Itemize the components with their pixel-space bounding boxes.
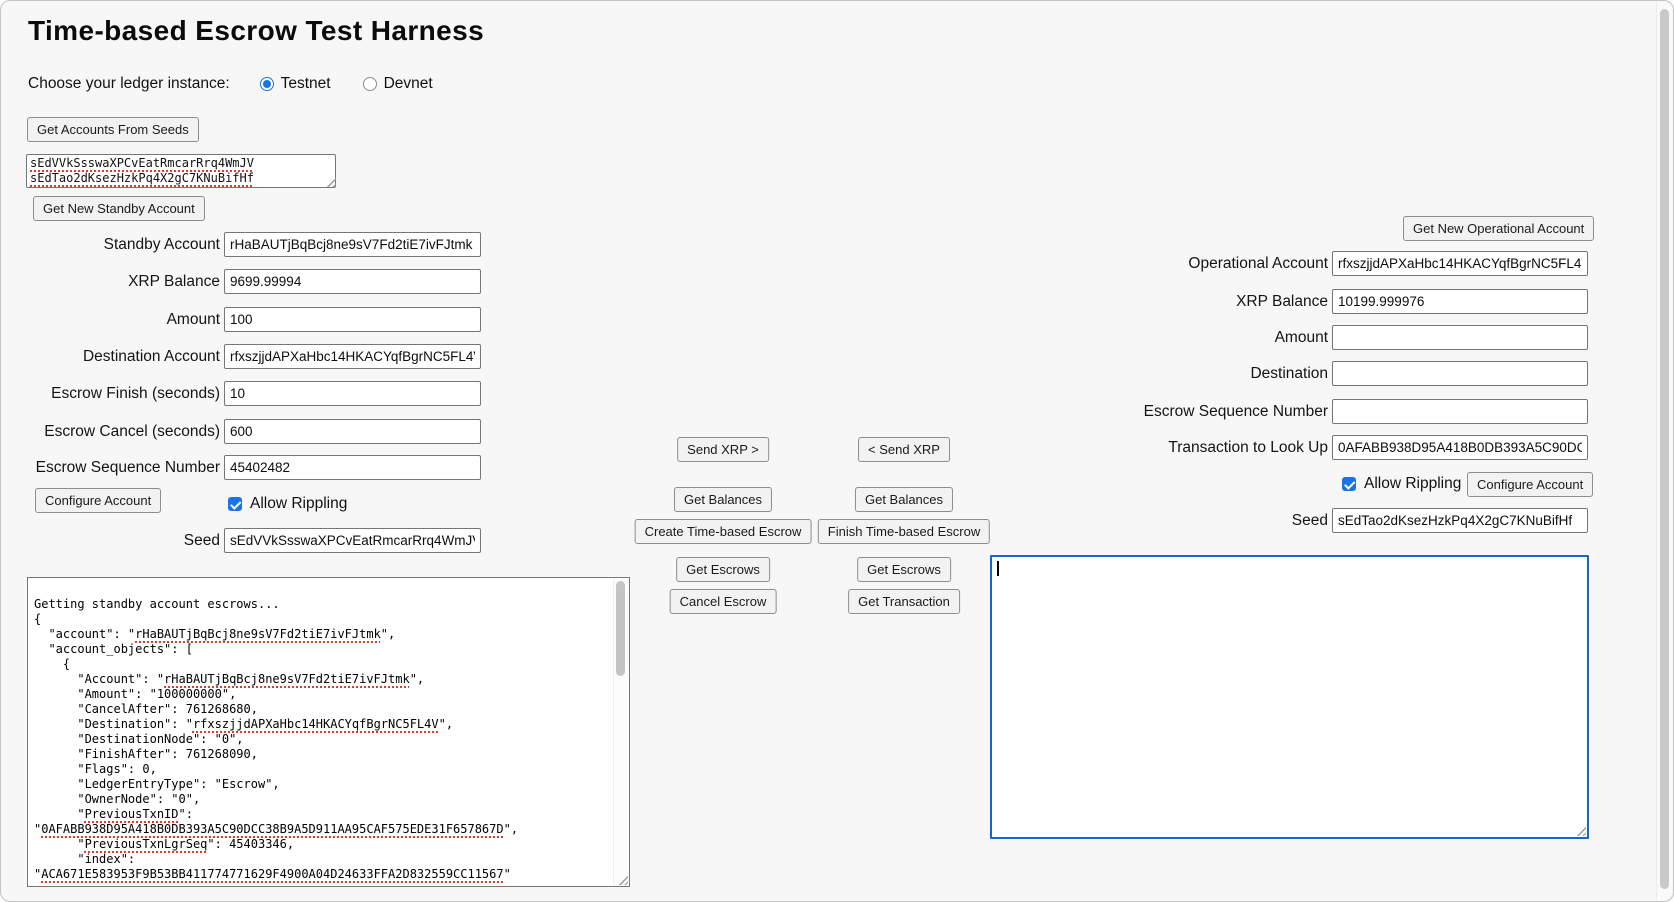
escrow-cancel-label: Escrow Cancel (seconds) bbox=[25, 423, 220, 441]
operational-destination-input[interactable] bbox=[1332, 361, 1588, 386]
operational-results-text bbox=[992, 557, 1587, 837]
escrow-finish-input[interactable] bbox=[224, 381, 481, 406]
transaction-lookup-label: Transaction to Look Up bbox=[1101, 439, 1328, 457]
page-scrollbar[interactable] bbox=[1656, 2, 1672, 900]
operational-allow-rippling-checkbox[interactable] bbox=[1342, 477, 1356, 491]
standby-results-text: Getting standby account escrows... { "ac… bbox=[28, 578, 629, 886]
operational-xrp-balance-input[interactable] bbox=[1332, 289, 1588, 314]
finish-time-based-escrow-button[interactable]: Finish Time-based Escrow bbox=[818, 519, 990, 544]
cancel-escrow-button[interactable]: Cancel Escrow bbox=[670, 589, 777, 614]
devnet-radio-option[interactable]: Devnet bbox=[363, 75, 433, 93]
standby-seed-label: Seed bbox=[25, 532, 220, 550]
ledger-instance-chooser: Choose your ledger instance: Testnet Dev… bbox=[28, 75, 465, 93]
operational-escrow-sequence-input[interactable] bbox=[1332, 399, 1588, 424]
standby-amount-input[interactable] bbox=[224, 307, 481, 332]
get-escrows-left-button[interactable]: Get Escrows bbox=[676, 557, 770, 582]
ledger-instance-label: Choose your ledger instance: bbox=[28, 75, 230, 93]
operational-amount-label: Amount bbox=[1101, 329, 1328, 347]
devnet-radio-label: Devnet bbox=[384, 75, 433, 93]
create-time-based-escrow-button[interactable]: Create Time-based Escrow bbox=[635, 519, 812, 544]
standby-results-textarea[interactable]: Getting standby account escrows... { "ac… bbox=[27, 577, 630, 887]
devnet-radio[interactable] bbox=[363, 77, 377, 91]
standby-destination-label: Destination Account bbox=[25, 348, 220, 366]
testnet-radio[interactable] bbox=[260, 77, 274, 91]
standby-account-label: Standby Account bbox=[25, 236, 220, 254]
operational-seed-input[interactable] bbox=[1332, 508, 1588, 533]
get-accounts-from-seeds-button[interactable]: Get Accounts From Seeds bbox=[27, 117, 199, 142]
standby-escrow-sequence-input[interactable] bbox=[224, 455, 481, 480]
get-new-operational-account-button[interactable]: Get New Operational Account bbox=[1403, 216, 1594, 241]
standby-allow-rippling-checkbox[interactable] bbox=[228, 497, 242, 511]
seeds-textarea[interactable]: sEdVVkSsswaXPCvEatRmcarRrq4WmJV sEdTao2d… bbox=[26, 154, 336, 188]
testnet-radio-label: Testnet bbox=[281, 75, 331, 93]
transaction-lookup-input[interactable] bbox=[1332, 435, 1588, 460]
escrow-cancel-input[interactable] bbox=[224, 419, 481, 444]
standby-escrow-sequence-label: Escrow Sequence Number bbox=[25, 459, 220, 477]
operational-results-textarea[interactable] bbox=[990, 555, 1589, 839]
operational-account-label: Operational Account bbox=[1101, 255, 1328, 273]
standby-account-input[interactable] bbox=[224, 232, 481, 257]
standby-allow-rippling[interactable]: Allow Rippling bbox=[228, 495, 347, 513]
standby-amount-label: Amount bbox=[25, 311, 220, 329]
operational-configure-account-button[interactable]: Configure Account bbox=[1467, 472, 1593, 497]
operational-account-input[interactable] bbox=[1332, 251, 1588, 276]
send-xrp-to-standby-button[interactable]: < Send XRP bbox=[858, 437, 950, 462]
send-xrp-to-operational-button[interactable]: Send XRP > bbox=[677, 437, 769, 462]
standby-destination-input[interactable] bbox=[224, 344, 481, 369]
escrow-finish-label: Escrow Finish (seconds) bbox=[25, 385, 220, 403]
operational-amount-input[interactable] bbox=[1332, 325, 1588, 350]
standby-allow-rippling-label: Allow Rippling bbox=[250, 495, 347, 513]
standby-results-scrollbar-thumb[interactable] bbox=[616, 581, 625, 676]
get-transaction-button[interactable]: Get Transaction bbox=[848, 589, 960, 614]
standby-configure-account-button[interactable]: Configure Account bbox=[35, 488, 161, 513]
get-balances-right-button[interactable]: Get Balances bbox=[855, 487, 953, 512]
testnet-radio-option[interactable]: Testnet bbox=[260, 75, 331, 93]
escrow-test-harness-page: Time-based Escrow Test Harness Choose yo… bbox=[0, 0, 1674, 902]
operational-allow-rippling[interactable]: Allow Rippling bbox=[1342, 475, 1461, 493]
standby-results-scrollbar[interactable] bbox=[613, 579, 628, 885]
standby-seed-input[interactable] bbox=[224, 528, 481, 553]
standby-xrp-balance-label: XRP Balance bbox=[25, 273, 220, 291]
operational-allow-rippling-label: Allow Rippling bbox=[1364, 475, 1461, 493]
operational-escrow-sequence-label: Escrow Sequence Number bbox=[1101, 403, 1328, 421]
get-escrows-right-button[interactable]: Get Escrows bbox=[857, 557, 951, 582]
page-scrollbar-thumb[interactable] bbox=[1660, 9, 1669, 889]
get-new-standby-account-button[interactable]: Get New Standby Account bbox=[33, 196, 205, 221]
operational-xrp-balance-label: XRP Balance bbox=[1101, 293, 1328, 311]
standby-xrp-balance-input[interactable] bbox=[224, 269, 481, 294]
page-title: Time-based Escrow Test Harness bbox=[28, 15, 484, 47]
get-balances-left-button[interactable]: Get Balances bbox=[674, 487, 772, 512]
operational-destination-label: Destination bbox=[1101, 365, 1328, 383]
text-cursor bbox=[997, 561, 999, 576]
operational-seed-label: Seed bbox=[1101, 512, 1328, 530]
